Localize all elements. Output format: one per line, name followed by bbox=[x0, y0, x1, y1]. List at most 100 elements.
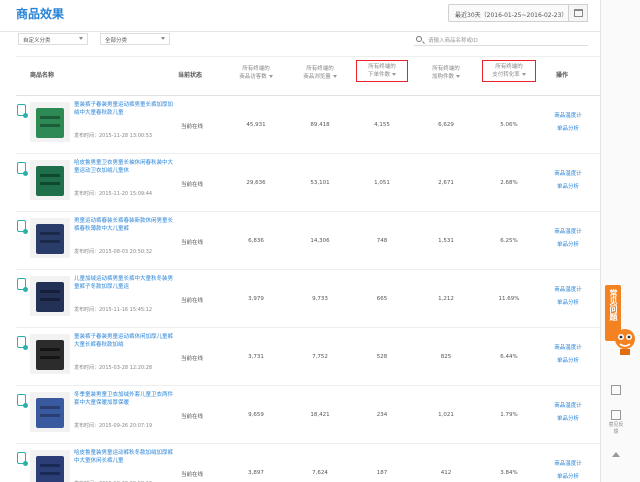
publish-time: 发布时间：2015-03-28 12:20:28 bbox=[74, 365, 153, 371]
item-analysis-link[interactable]: 单品分析 bbox=[538, 123, 598, 136]
item-analysis-link[interactable]: 单品分析 bbox=[538, 413, 598, 426]
product-thermometer-link[interactable]: 商品温度计 bbox=[538, 110, 598, 123]
col-visitors[interactable]: 所有终端的 商品访客数 bbox=[226, 65, 286, 81]
mobile-device-icon bbox=[17, 278, 28, 292]
conversion-value: 2.68% bbox=[500, 180, 518, 186]
visitors-value: 3,897 bbox=[248, 470, 264, 476]
cart-value: 1,531 bbox=[438, 238, 454, 244]
publish-time: 发布时间：2015-08-03 20:50:32 bbox=[74, 249, 153, 255]
conversion-value: 6.44% bbox=[500, 354, 518, 360]
conversion-value: 11.69% bbox=[498, 296, 520, 302]
product-thumbnail[interactable] bbox=[30, 102, 70, 142]
status-text: 当前在线 bbox=[181, 356, 204, 362]
date-range-selector[interactable]: 最近30天（2016-01-25~2016-02-23） bbox=[448, 4, 588, 22]
product-table: 商品名称 当前状态 所有终端的 商品访客数 所有终端的 商品浏览量 所有终端的 下单件… bbox=[16, 56, 600, 482]
views-value: 18,421 bbox=[310, 412, 330, 418]
col-cart[interactable]: 所有终端的 加购件数 bbox=[416, 65, 476, 81]
product-thumbnail[interactable] bbox=[30, 160, 70, 200]
chevron-down-icon bbox=[79, 37, 83, 40]
product-title-link[interactable]: 哈皮鲁男童卫衣男童长袖休闲春秋装中大童运动卫衣加绒儿童休 bbox=[74, 159, 174, 175]
sort-icon bbox=[456, 75, 460, 78]
feedback-icon bbox=[611, 410, 621, 420]
item-analysis-link[interactable]: 单品分析 bbox=[538, 181, 598, 194]
product-thermometer-link[interactable]: 商品温度计 bbox=[538, 342, 598, 355]
cart-value: 412 bbox=[440, 470, 452, 476]
cart-value: 2,671 bbox=[438, 180, 454, 186]
table-row: 童装裤子春装男童运动裤男童长裤加厚加绒中大童春秋款儿童 发布时间：2015-11… bbox=[16, 96, 600, 154]
item-analysis-link[interactable]: 单品分析 bbox=[538, 297, 598, 310]
publish-time: 发布时间：2015-11-16 15:45:12 bbox=[74, 307, 153, 313]
orders-value: 4,155 bbox=[374, 122, 390, 128]
views-value: 7,752 bbox=[312, 354, 328, 360]
custom-category-select[interactable]: 自定义分类 bbox=[18, 33, 88, 45]
calendar-button[interactable] bbox=[568, 4, 588, 22]
visitors-value: 3,979 bbox=[248, 296, 264, 302]
row-actions: 商品温度计 单品分析 bbox=[538, 400, 598, 426]
product-thermometer-link[interactable]: 商品温度计 bbox=[538, 284, 598, 297]
table-row: 童装裤子春装男童运动裤休闲加厚儿童裤大童长裤春秋款加绒 发布时间：2015-03… bbox=[16, 328, 600, 386]
col-visitors-line2: 商品访客数 bbox=[239, 74, 267, 80]
arrow-up-icon bbox=[612, 452, 620, 457]
qrcode-button[interactable] bbox=[607, 385, 625, 397]
conversion-value: 5.06% bbox=[500, 122, 518, 128]
product-thumbnail[interactable] bbox=[30, 450, 70, 482]
item-analysis-link[interactable]: 单品分析 bbox=[538, 239, 598, 252]
row-actions: 商品温度计 单品分析 bbox=[538, 342, 598, 368]
visitors-value: 6,836 bbox=[248, 238, 264, 244]
orders-value: 187 bbox=[376, 470, 388, 476]
orders-value: 528 bbox=[376, 354, 388, 360]
row-actions: 商品温度计 单品分析 bbox=[538, 168, 598, 194]
product-thermometer-link[interactable]: 商品温度计 bbox=[538, 458, 598, 471]
product-title-link[interactable]: 哈皮鲁童装男童运动裤秋冬款加绒加厚裤中大童休闲长裤儿童 bbox=[74, 449, 174, 465]
product-thumbnail[interactable] bbox=[30, 392, 70, 432]
views-value: 9,733 bbox=[312, 296, 328, 302]
product-thermometer-link[interactable]: 商品温度计 bbox=[538, 226, 598, 239]
conversion-value: 1.79% bbox=[500, 412, 518, 418]
filter-bar: 自定义分类 全部分类 请输入商品名称或ID bbox=[0, 32, 600, 52]
qrcode-icon bbox=[611, 385, 621, 395]
feedback-button[interactable]: 意见反馈 bbox=[607, 410, 625, 436]
product-title-link[interactable]: 男童运动裤春装长裤春装新款休闲男童长裤春秋薄款中大儿童裤 bbox=[74, 217, 174, 233]
col-product-name: 商品名称 bbox=[30, 72, 55, 79]
table-row: 哈皮鲁男童卫衣男童长袖休闲春秋装中大童运动卫衣加绒儿童休 发布时间：2015-1… bbox=[16, 154, 600, 212]
product-title-link[interactable]: 童装裤子春装男童运动裤休闲加厚儿童裤大童长裤春秋款加绒 bbox=[74, 333, 174, 349]
product-title-link[interactable]: 冬季童装男童卫衣加绒外套儿童卫衣两件套中大童保暖加厚保暖 bbox=[74, 391, 174, 407]
table-row: 哈皮鲁童装男童运动裤秋冬款加绒加厚裤中大童休闲长裤儿童 发布时间：2015-10… bbox=[16, 444, 600, 482]
all-category-select[interactable]: 全部分类 bbox=[100, 33, 170, 45]
status-text: 当前在线 bbox=[181, 124, 204, 130]
feedback-label: 意见反馈 bbox=[608, 422, 624, 435]
sort-icon bbox=[268, 75, 273, 78]
col-conversion-line2: 支付转化率 bbox=[492, 72, 520, 78]
select-label: 自定义分类 bbox=[23, 38, 51, 44]
col-views[interactable]: 所有终端的 商品浏览量 bbox=[290, 65, 350, 81]
mobile-device-icon bbox=[17, 452, 28, 466]
sort-icon bbox=[332, 75, 337, 78]
back-to-top-button[interactable] bbox=[607, 452, 625, 457]
search-input[interactable]: 请输入商品名称或ID bbox=[414, 33, 588, 46]
item-analysis-link[interactable]: 单品分析 bbox=[538, 471, 598, 482]
product-thermometer-link[interactable]: 商品温度计 bbox=[538, 168, 598, 181]
item-analysis-link[interactable]: 单品分析 bbox=[538, 355, 598, 368]
product-thumbnail[interactable] bbox=[30, 334, 70, 374]
row-actions: 商品温度计 单品分析 bbox=[538, 284, 598, 310]
calendar-icon bbox=[573, 9, 583, 17]
col-orders-line2: 下单件数 bbox=[367, 72, 390, 78]
product-title-link[interactable]: 儿童加绒运动裤男童长裤中大童秋冬装男童裤子冬款加厚儿童运 bbox=[74, 275, 174, 291]
search-placeholder: 请输入商品名称或ID bbox=[428, 38, 478, 44]
mobile-device-icon bbox=[17, 220, 28, 234]
visitors-value: 29,636 bbox=[246, 180, 266, 186]
col-conversion[interactable]: 所有终端的 支付转化率 bbox=[482, 60, 536, 82]
product-thumbnail[interactable] bbox=[30, 276, 70, 316]
sort-icon bbox=[392, 73, 396, 76]
views-value: 53,101 bbox=[310, 180, 330, 186]
row-actions: 商品温度计 单品分析 bbox=[538, 458, 598, 482]
product-thermometer-link[interactable]: 商品温度计 bbox=[538, 400, 598, 413]
cart-value: 6,629 bbox=[438, 122, 454, 128]
table-row: 男童运动裤春装长裤春装新款休闲男童长裤春秋薄款中大儿童裤 发布时间：2015-0… bbox=[16, 212, 600, 270]
product-thumbnail[interactable] bbox=[30, 218, 70, 258]
col-orders[interactable]: 所有终端的 下单件数 bbox=[356, 60, 408, 82]
col-cart-line2: 加购件数 bbox=[431, 74, 454, 80]
sort-icon bbox=[521, 73, 526, 76]
conversion-value: 6.25% bbox=[500, 238, 518, 244]
product-title-link[interactable]: 童装裤子春装男童运动裤男童长裤加厚加绒中大童春秋款儿童 bbox=[74, 101, 174, 117]
